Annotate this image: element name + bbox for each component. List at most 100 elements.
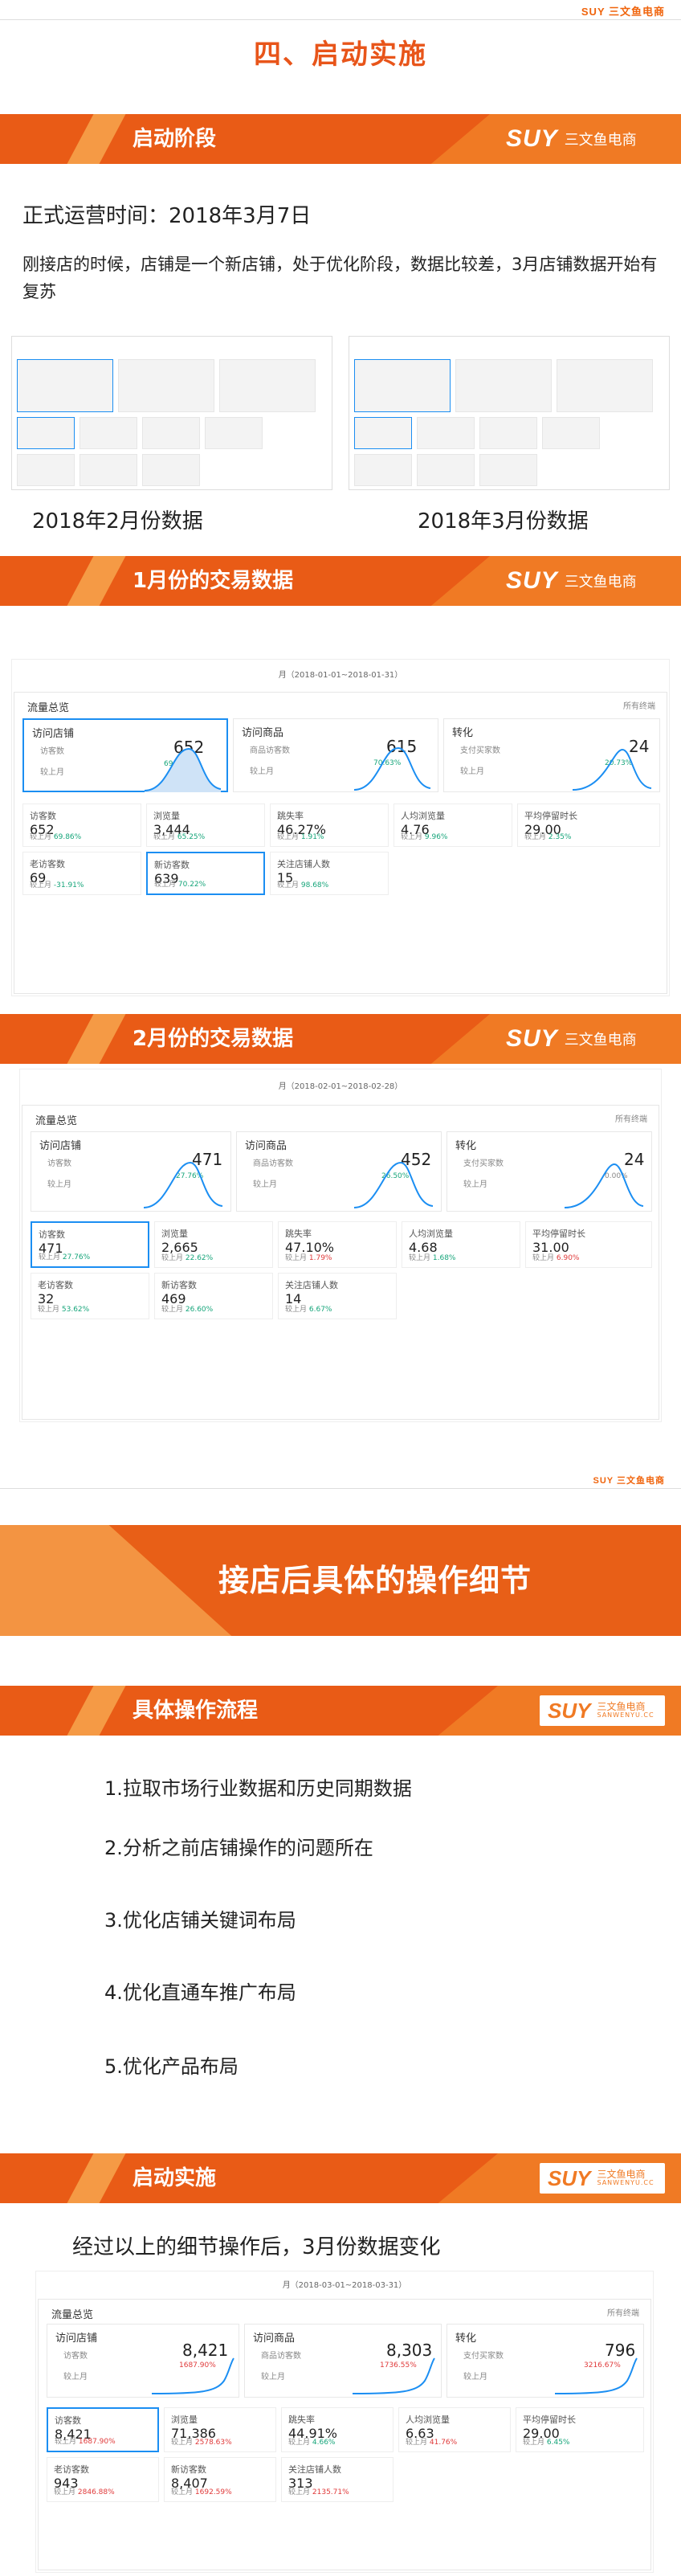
metric-fans[interactable]: 关注店铺人数 15 较上月 98.68% <box>270 852 389 895</box>
metric-pv[interactable]: 浏览量 71,386 较上月 2578.63% <box>164 2407 276 2452</box>
card-compare: 较上月 <box>253 1180 277 1189</box>
thumb-metric <box>354 417 412 449</box>
banner-label: 启动实施 <box>133 2166 217 2190</box>
metric-pv-per[interactable]: 人均浏览量 4.68 较上月 1.68% <box>402 1221 520 1268</box>
step-item: 4.优化直通车推广布局 <box>104 1981 296 2004</box>
metric-pv-per[interactable]: 人均浏览量 4.76 较上月 9.96% <box>394 803 512 847</box>
sparkline <box>565 1163 644 1208</box>
metric-label: 新访客数 <box>154 860 190 870</box>
metric-label: 平均停留时长 <box>532 1229 585 1239</box>
metric-visitors[interactable]: 访客数 8,421 较上月 1687.90% <box>47 2407 159 2452</box>
card-visit-shop[interactable]: 访问店铺 访客数 较上月 471 27.76% <box>31 1131 231 1212</box>
metric-bounce[interactable]: 跳失率 44.91% 较上月 4.66% <box>281 2407 394 2452</box>
metric-new[interactable]: 新访客数 8,407 较上月 1692.59% <box>164 2457 276 2502</box>
metric-compare: 较上月 53.62% <box>38 1306 90 1314</box>
card-conversion[interactable]: 转化 支付买家数 较上月 24 20.73% <box>443 718 660 792</box>
metric-label: 关注店铺人数 <box>288 2464 341 2475</box>
panel-title: 流量总览 <box>51 2309 94 2321</box>
thumb-card <box>219 359 316 412</box>
terminal-select[interactable]: 所有终端 <box>623 699 655 711</box>
thumb-metric <box>205 417 263 449</box>
sparkline <box>354 746 431 791</box>
card-compare: 较上月 <box>463 2373 487 2382</box>
terminal-select[interactable]: 所有终端 <box>615 1112 647 1124</box>
thumb-card <box>17 359 113 412</box>
thumb-metric <box>142 454 200 486</box>
card-visit-product[interactable]: 访问商品 商品访客数 较上月 452 26.50% <box>236 1131 442 1212</box>
card-title: 转化 <box>452 727 474 739</box>
card-visit-product[interactable]: 访问商品 商品访客数 较上月 615 70.63% <box>233 718 438 792</box>
top-logo: SUY 三文鱼电商 <box>593 1476 665 1486</box>
metric-pv[interactable]: 浏览量 3,444 较上月 65.25% <box>146 803 265 847</box>
metric-compare: 较上月 22.62% <box>161 1254 214 1262</box>
card-visit-product[interactable]: 访问商品 商品访客数 较上月 8,303 1736.55% <box>244 2324 442 2398</box>
metric-fans[interactable]: 关注店铺人数 14 较上月 6.67% <box>278 1273 397 1319</box>
banner-label: 具体操作流程 <box>133 1699 259 1723</box>
thumb-metric <box>479 417 537 449</box>
metric-compare: 较上月 2.35% <box>524 833 572 841</box>
sparkline <box>145 747 222 792</box>
card-compare: 较上月 <box>47 1180 71 1189</box>
metric-stay[interactable]: 平均停留时长 29.00 较上月 6.45% <box>516 2407 644 2452</box>
terminal-select[interactable]: 所有终端 <box>607 2306 639 2318</box>
brand-suy: SUY <box>506 1025 558 1052</box>
thumb-metric <box>354 454 412 486</box>
card-title: 转化 <box>455 2333 477 2345</box>
card-visit-shop[interactable]: 访问店铺 访客数 较上月 652 69.46% <box>22 718 228 792</box>
thumb-metric <box>479 454 537 486</box>
thumbnail-mar <box>349 336 670 490</box>
brand-logo: SUY 三文鱼电商 <box>506 566 637 595</box>
metric-stay[interactable]: 平均停留时长 31.00 较上月 6.90% <box>525 1221 652 1268</box>
slide-divider <box>0 1488 681 1489</box>
metric-label: 关注店铺人数 <box>277 859 330 869</box>
metric-fans[interactable]: 关注店铺人数 313 较上月 2135.71% <box>281 2457 394 2502</box>
metric-stay[interactable]: 平均停留时长 29.00 较上月 2.35% <box>517 803 660 847</box>
thumb-metric <box>80 454 137 486</box>
brand-logo: SUY 三文鱼电商 <box>506 1024 637 1053</box>
step-item: 5.优化产品布局 <box>104 2055 239 2078</box>
metric-old[interactable]: 老访客数 32 较上月 53.62% <box>31 1273 149 1319</box>
traffic-panel: 流量总览 所有终端 访问店铺 访客数 较上月 652 69.46% 访问商品 商… <box>14 692 667 994</box>
metric-compare: 较上月 26.60% <box>161 1306 214 1314</box>
thumb-metric <box>417 417 475 449</box>
metric-compare: 较上月 1.91% <box>277 833 324 841</box>
brand-suy: SUY <box>506 567 558 594</box>
metric-pv-per[interactable]: 人均浏览量 6.63 较上月 41.76% <box>398 2407 511 2452</box>
date-range: 月（2018-03-01~2018-03-31） <box>282 2281 407 2290</box>
metric-label: 平均停留时长 <box>523 2414 576 2425</box>
metric-pv[interactable]: 浏览量 2,665 较上月 22.62% <box>154 1221 273 1268</box>
metric-compare: 较上月 6.90% <box>532 1254 580 1262</box>
metric-bounce[interactable]: 跳失率 47.10% 较上月 1.79% <box>278 1221 397 1268</box>
card-conversion[interactable]: 转化 支付买家数 较上月 24 0.00% <box>447 1131 652 1212</box>
metric-compare: 较上月 2846.88% <box>54 2488 115 2496</box>
card-title: 访问店铺 <box>55 2333 98 2345</box>
banner-implementation: 启动实施 SUY 三文鱼电商 SANWENYU.CC <box>0 2153 681 2203</box>
metric-label: 老访客数 <box>30 859 65 869</box>
metric-new[interactable]: 新访客数 639 较上月 70.22% <box>146 852 265 895</box>
banner-details: 接店后具体的操作细节 <box>0 1525 681 1636</box>
metric-label: 浏览量 <box>161 1229 188 1239</box>
step-item: 1.拉取市场行业数据和历史同期数据 <box>104 1777 412 1800</box>
card-conversion[interactable]: 转化 支付买家数 较上月 796 3216.67% <box>447 2324 644 2398</box>
brand-en: SANWENYU.CC <box>597 1711 654 1719</box>
metric-visitors[interactable]: 访客数 652 较上月 69.86% <box>22 803 141 847</box>
metric-compare: 较上月 4.66% <box>288 2439 336 2447</box>
metric-old[interactable]: 老访客数 69 较上月 -31.91% <box>22 852 141 895</box>
intro-description: 刚接店的时候，店铺是一个新店铺，处于优化阶段，数据比较差，3月店铺数据开始有复苏 <box>22 255 658 301</box>
top-logo: SUY 三文鱼电商 <box>581 6 665 18</box>
metric-visitors[interactable]: 访客数 471 较上月 27.76% <box>31 1221 149 1268</box>
sparkline <box>354 1161 434 1208</box>
thumb-metric <box>417 454 475 486</box>
metric-compare: 较上月 6.67% <box>285 1306 332 1314</box>
launch-time: 正式运营时间：2018年3月7日 <box>22 204 312 228</box>
metric-old[interactable]: 老访客数 943 较上月 2846.88% <box>47 2457 159 2502</box>
metric-new[interactable]: 新访客数 469 较上月 26.60% <box>154 1273 273 1319</box>
metric-bounce[interactable]: 跳失率 46.27% 较上月 1.91% <box>270 803 389 847</box>
card-visit-shop[interactable]: 访问店铺 访客数 较上月 8,421 1687.90% <box>47 2324 239 2398</box>
traffic-panel: 流量总览 所有终端 访问店铺 访客数 较上月 471 27.76% 访问商品 商… <box>22 1105 659 1420</box>
brand-cn: 三文鱼电商 <box>564 1032 637 1049</box>
card-title: 访问店铺 <box>32 728 75 740</box>
metric-label: 老访客数 <box>54 2464 89 2475</box>
metric-compare: 较上月 1.79% <box>285 1254 332 1262</box>
banner-label: 启动阶段 <box>133 127 217 151</box>
